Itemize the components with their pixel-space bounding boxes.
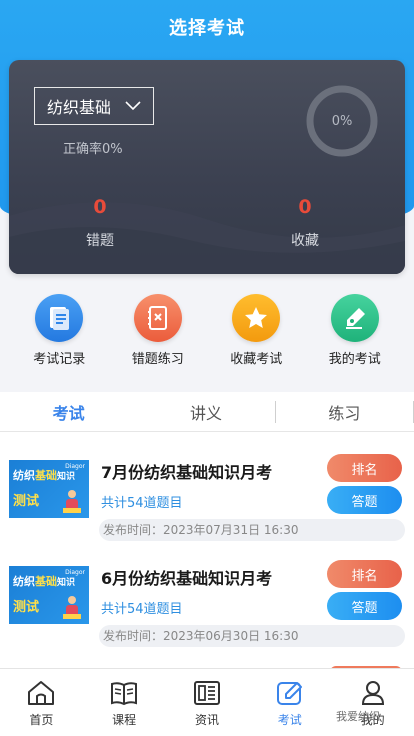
subject-select[interactable]: 纺织基础 bbox=[34, 87, 154, 125]
profile-icon bbox=[361, 681, 384, 705]
nav-label: 考试 bbox=[277, 713, 302, 727]
wrong-stat[interactable]: 0 错题 bbox=[20, 196, 180, 250]
progress-percent: 0% bbox=[331, 113, 353, 129]
list-item[interactable]: Diagor 纺织基础知识 测试 7月份纺织基础知识月考 共计54道题目 发布时… bbox=[0, 432, 414, 541]
quick-action-favorite-exams[interactable]: 收藏考试 bbox=[211, 294, 301, 374]
nav-courses[interactable]: 课程 bbox=[89, 679, 159, 728]
exam-publish-date: 发布时间：2023年06月30日 16:30 bbox=[99, 625, 405, 647]
chevron-down-icon bbox=[125, 101, 141, 111]
thumbnail-line2: 测试 bbox=[13, 600, 40, 615]
document-icon bbox=[35, 294, 84, 342]
thumbnail-line1: 纺织基础知识 bbox=[13, 575, 76, 588]
news-icon bbox=[193, 681, 220, 705]
star-icon bbox=[232, 294, 281, 342]
quick-action-exam-records[interactable]: 考试记录 bbox=[14, 294, 104, 374]
quick-action-my-exams[interactable]: 我的考试 bbox=[310, 294, 400, 374]
progress-ring: 0% bbox=[305, 84, 379, 158]
bottom-navigation: 首页 课程 资讯 考试 我的 bbox=[0, 668, 414, 736]
wrong-book-icon bbox=[133, 294, 182, 342]
nav-label: 课程 bbox=[112, 713, 137, 727]
exam-thumbnail: Diagor 纺织基础知识 测试 bbox=[9, 566, 89, 624]
tab-exams[interactable]: 考试 bbox=[0, 400, 137, 424]
page-title: 选择考试 bbox=[169, 18, 245, 39]
content-tabs: 考试 讲义 练习 bbox=[0, 392, 414, 432]
book-icon bbox=[111, 682, 138, 706]
nav-label: 首页 bbox=[29, 713, 54, 727]
quick-action-label: 收藏考试 bbox=[230, 352, 283, 367]
home-icon bbox=[28, 681, 55, 705]
nav-home[interactable]: 首页 bbox=[6, 679, 76, 728]
exam-thumbnail: Diagor 纺织基础知识 测试 bbox=[9, 460, 89, 518]
subject-select-value: 纺织基础 bbox=[46, 98, 111, 117]
favorite-stat[interactable]: 0 收藏 bbox=[225, 196, 385, 250]
list-item[interactable]: Diagor 纺织基础知识 测试 6月份纺织基础知识月考 共计54道题目 发布时… bbox=[0, 538, 414, 647]
nav-exam[interactable]: 考试 bbox=[255, 679, 325, 728]
watermark: 我爱纺织 bbox=[336, 710, 380, 723]
thumbnail-line1: 纺织基础知识 bbox=[13, 469, 76, 482]
stats-card: 纺织基础 正确率0% 0% 0 错题 0 收藏 bbox=[9, 60, 405, 274]
tab-practice[interactable]: 练习 bbox=[276, 400, 413, 424]
quick-action-label: 考试记录 bbox=[33, 352, 86, 367]
rank-button[interactable]: 排名 bbox=[327, 454, 402, 482]
exam-list: Diagor 纺织基础知识 测试 7月份纺织基础知识月考 共计54道题目 发布时… bbox=[0, 432, 414, 668]
wrong-label: 错题 bbox=[86, 233, 114, 249]
answer-button[interactable]: 答题 bbox=[327, 592, 402, 620]
quick-action-label: 错题练习 bbox=[131, 352, 184, 367]
nav-label: 资讯 bbox=[194, 713, 219, 727]
exam-edit-icon bbox=[276, 682, 302, 705]
tab-handouts[interactable]: 讲义 bbox=[137, 400, 274, 424]
quick-action-wrong-practice[interactable]: 错题练习 bbox=[113, 294, 203, 374]
person-illustration-icon bbox=[63, 596, 81, 619]
quick-action-label: 我的考试 bbox=[328, 352, 381, 367]
nav-news[interactable]: 资讯 bbox=[172, 679, 242, 728]
exam-title[interactable]: 6月份纺织基础知识月考 bbox=[101, 565, 272, 589]
favorite-label: 收藏 bbox=[291, 233, 319, 249]
rank-button[interactable]: 排名 bbox=[327, 560, 402, 588]
person-illustration-icon bbox=[63, 490, 81, 513]
accuracy-text: 正确率0% bbox=[63, 142, 123, 157]
pen-icon bbox=[330, 294, 379, 342]
exam-question-count: 共计54道题目 bbox=[101, 602, 183, 617]
wrong-count: 0 bbox=[93, 196, 107, 218]
thumbnail-line2: 测试 bbox=[13, 494, 40, 509]
exam-question-count: 共计54道题目 bbox=[101, 496, 183, 511]
exam-title[interactable]: 7月份纺织基础知识月考 bbox=[101, 459, 272, 483]
answer-button[interactable]: 答题 bbox=[327, 486, 402, 514]
favorite-count: 0 bbox=[298, 196, 312, 218]
quick-actions: 考试记录 错题练习 收藏考试 我的考试 bbox=[0, 294, 414, 374]
